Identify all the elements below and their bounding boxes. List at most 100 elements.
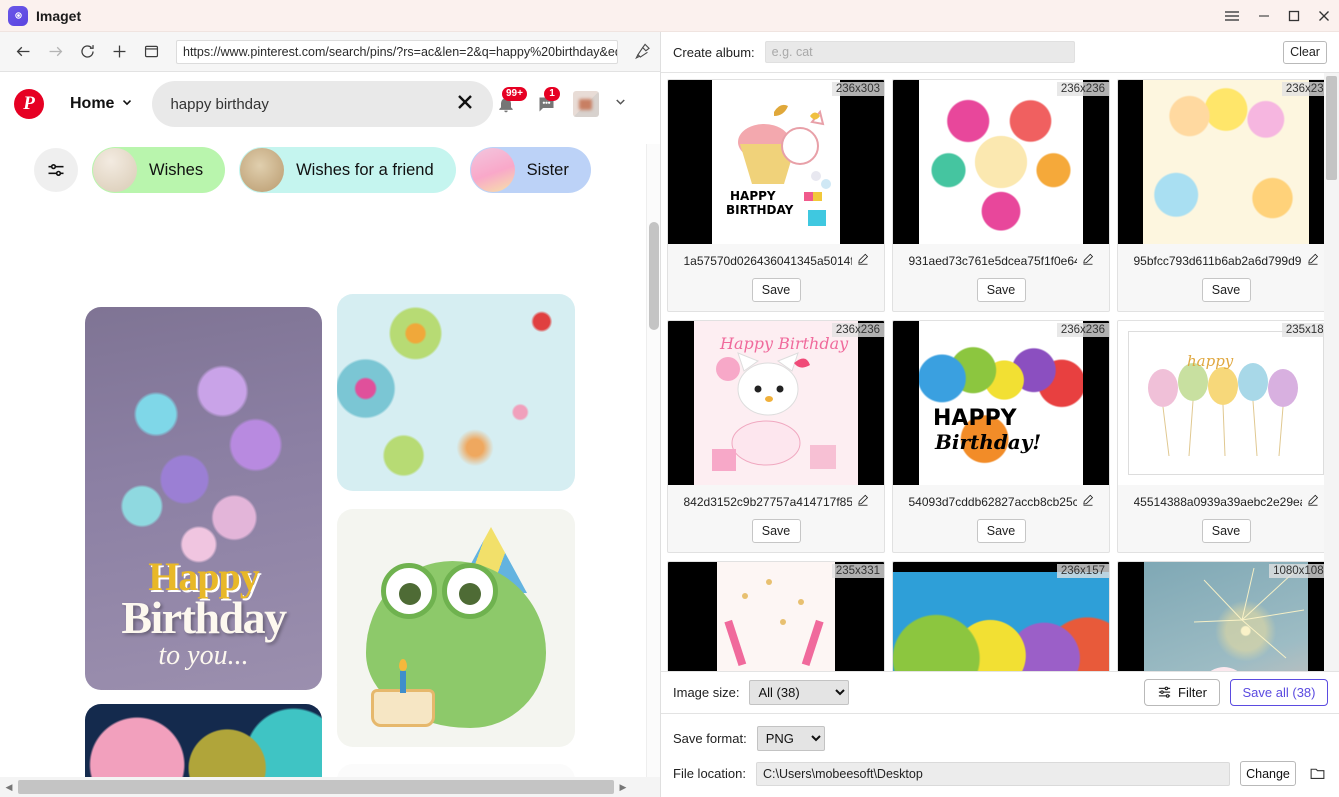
tile-save-row: Save [893, 513, 1109, 552]
avatar[interactable] [573, 91, 599, 117]
pin-card[interactable]: Happy Birthday to you... [85, 307, 322, 690]
pin-card[interactable] [337, 509, 575, 747]
app-title: Imaget [36, 7, 82, 24]
chip-wishes[interactable]: Wishes [92, 147, 226, 193]
image-tile[interactable]: 236x236 931aed73c761e5dcea75f1f0e64b Sav… [892, 79, 1110, 312]
notifications-badge: 99+ [502, 87, 527, 101]
right-panel-scrollbar[interactable] [1324, 73, 1339, 703]
broom-icon[interactable] [626, 37, 660, 67]
pencil-icon[interactable] [1307, 493, 1319, 511]
pencil-icon[interactable] [1307, 252, 1319, 270]
image-thumbnail[interactable]: 236x233 [1118, 80, 1324, 244]
chip-thumb-wishes-friend [240, 148, 285, 192]
messages-button[interactable]: 1 [533, 87, 560, 119]
clear-button[interactable]: Clear [1283, 40, 1327, 64]
scroll-left-icon[interactable]: ◀ [0, 782, 18, 793]
save-button[interactable]: Save [976, 519, 1026, 543]
browser-toolbar: https://www.pinterest.com/search/pins/?r… [0, 32, 660, 72]
pencil-icon[interactable] [1082, 493, 1094, 511]
chip-label: Wishes for a friend [296, 160, 434, 179]
forward-arrow-icon[interactable] [40, 37, 70, 67]
scrollbar-thumb[interactable] [649, 222, 659, 330]
chip-thumb-wishes [93, 148, 137, 192]
address-bar-text: https://www.pinterest.com/search/pins/?r… [183, 44, 618, 59]
image-thumbnail[interactable]: Happy Birthday 236x236 [668, 321, 884, 485]
hamburger-menu-icon[interactable] [1215, 0, 1249, 32]
maximize-icon[interactable] [1279, 0, 1309, 32]
pin-card[interactable] [337, 294, 575, 491]
size-badge: 236x233 [1281, 82, 1324, 96]
image-results-grid: HAPPY BIRTHDAY 236x303 1a57570d026436041… [667, 79, 1324, 703]
back-arrow-icon[interactable] [8, 37, 38, 67]
window-controls [1215, 0, 1339, 32]
cake [371, 689, 435, 727]
search-input-value: happy birthday [170, 95, 269, 113]
scrollbar-thumb[interactable] [1326, 76, 1337, 180]
pin-overlay-text: Happy Birthday to you... [85, 557, 322, 672]
save-button[interactable]: Save [976, 278, 1026, 302]
image-tile[interactable]: happy 235x181 45514388a0939a39aebc2e29ea… [1117, 320, 1324, 553]
pencil-icon[interactable] [857, 493, 869, 511]
reload-icon[interactable] [72, 37, 102, 67]
filter-button-label: Filter [1178, 685, 1207, 700]
scrollbar-thumb[interactable] [18, 780, 614, 794]
imaget-window: Imaget https://www.pinterest.com/search/… [0, 0, 1339, 797]
search-input[interactable]: happy birthday [152, 81, 493, 127]
save-format-select[interactable]: PNG [756, 726, 825, 751]
size-badge: 1080x1080 [1269, 564, 1324, 578]
account-chevron-down-icon[interactable] [613, 94, 628, 114]
image-tile[interactable]: HAPPY BIRTHDAY 236x303 1a57570d026436041… [667, 79, 885, 312]
chip-wishes-for-a-friend[interactable]: Wishes for a friend [239, 147, 456, 193]
pencil-icon[interactable] [857, 252, 869, 270]
pinterest-header: P Home happy birthday 99+ 1 [0, 72, 646, 136]
image-size-select[interactable]: All (38) [749, 680, 850, 705]
image-tile[interactable]: Happy Birthday 236x236 842d3152c9b27757a… [667, 320, 885, 553]
save-button[interactable]: Save [1201, 519, 1251, 543]
plus-icon[interactable] [104, 37, 134, 67]
folder-icon[interactable] [1306, 765, 1328, 782]
home-dropdown[interactable]: Home [70, 95, 134, 114]
home-label: Home [70, 95, 115, 112]
save-button[interactable]: Save [751, 278, 801, 302]
minimize-icon[interactable] [1249, 0, 1279, 32]
address-bar[interactable]: https://www.pinterest.com/search/pins/?r… [176, 39, 618, 64]
pinterest-logo-icon[interactable]: P [14, 89, 44, 119]
create-album-input[interactable]: e.g. cat [764, 41, 1075, 63]
image-thumbnail[interactable]: 236x236 [893, 80, 1109, 244]
chip-sister[interactable]: Sister [469, 147, 591, 193]
filter-button[interactable]: Filter [1144, 679, 1220, 706]
size-badge: 236x303 [831, 82, 884, 96]
search-clear-icon[interactable] [455, 92, 475, 117]
left-panel-horizontal-scrollbar[interactable]: ◀ ▶ [0, 777, 660, 797]
save-button[interactable]: Save [751, 519, 801, 543]
image-thumbnail[interactable]: HAPPY BIRTHDAY 236x303 [668, 80, 884, 244]
image-tile[interactable]: 236x233 95bfcc793d611b6ab2a6d799d9d Save [1117, 79, 1324, 312]
save-button[interactable]: Save [1201, 278, 1251, 302]
tabs-icon[interactable] [136, 37, 166, 67]
image-thumbnail[interactable]: happy 235x181 [1118, 321, 1324, 485]
sliders-icon[interactable] [34, 148, 78, 192]
image-tile[interactable]: HAPPY Birthday! 236x236 54093d7cddb62827… [892, 320, 1110, 553]
tile-meta: 842d3152c9b27757a414717f859 [668, 485, 884, 513]
tile-filename: 95bfcc793d611b6ab2a6d799d9d [1133, 254, 1302, 268]
file-location-input[interactable]: C:\Users\mobeesoft\Desktop [755, 761, 1230, 786]
size-badge: 236x236 [831, 323, 884, 337]
size-badge: 236x236 [1056, 323, 1109, 337]
left-panel-vertical-scrollbar[interactable] [646, 144, 660, 797]
svg-text:happy: happy [1187, 352, 1234, 370]
notifications-button[interactable]: 99+ [493, 87, 527, 119]
pin-masonry-grid: ☇ Happy Birthday to you... [0, 204, 646, 797]
tile-save-row: Save [1118, 272, 1324, 311]
close-icon[interactable] [1309, 0, 1339, 32]
size-badge: 235x331 [831, 564, 884, 578]
tile-meta: 95bfcc793d611b6ab2a6d799d9d [1118, 244, 1324, 272]
size-badge: 235x181 [1281, 323, 1324, 337]
filter-sliders-icon [1157, 684, 1172, 702]
save-all-button[interactable]: Save all (38) [1230, 679, 1328, 706]
change-button[interactable]: Change [1240, 761, 1296, 786]
image-results-grid-area: HAPPY BIRTHDAY 236x303 1a57570d026436041… [661, 73, 1324, 703]
image-size-row: Image size: All (38) Filter Save all (38… [661, 671, 1339, 714]
pencil-icon[interactable] [1082, 252, 1094, 270]
image-thumbnail[interactable]: HAPPY Birthday! 236x236 [893, 321, 1109, 485]
scroll-right-icon[interactable]: ▶ [614, 782, 632, 793]
